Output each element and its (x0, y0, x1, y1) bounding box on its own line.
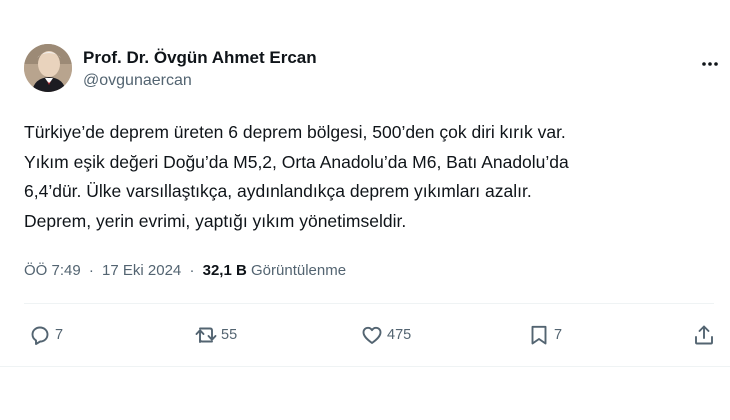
reply-icon (28, 323, 52, 347)
repost-button[interactable]: 55 (194, 318, 237, 352)
reply-button[interactable]: 7 (28, 318, 63, 352)
author-display-name[interactable]: Prof. Dr. Övgün Ahmet Ercan (83, 47, 317, 69)
tweet-text: Türkiye’de deprem üreten 6 deprem bölges… (24, 122, 569, 231)
share-button[interactable] (692, 318, 716, 352)
reply-count: 7 (55, 327, 64, 343)
more-horizontal-icon (700, 54, 720, 74)
bookmark-count: 7 (554, 327, 563, 343)
action-bar: 7 55 475 7 (24, 318, 724, 352)
bookmark-button[interactable]: 7 (527, 318, 562, 352)
author-block: Prof. Dr. Övgün Ahmet Ercan @ovgunaercan (83, 47, 317, 92)
avatar[interactable] (24, 44, 72, 92)
tweet-meta: ÖÖ 7:49 · 17 Eki 2024 · 32,1 B Görüntüle… (24, 261, 346, 281)
repost-icon (194, 323, 218, 347)
tweet-date[interactable]: 17 Eki 2024 (102, 262, 181, 279)
divider (24, 303, 714, 304)
bookmark-icon (527, 323, 551, 347)
avatar-image (24, 44, 72, 92)
share-icon (692, 323, 716, 347)
like-button[interactable]: 475 (360, 318, 411, 352)
repost-count: 55 (221, 327, 238, 343)
tweet-card: Prof. Dr. Övgün Ahmet Ercan @ovgunaercan… (0, 0, 730, 420)
meta-separator: · (88, 262, 94, 279)
meta-separator: · (189, 262, 195, 279)
author-handle[interactable]: @ovgunaercan (83, 70, 317, 92)
views-label: Görüntülenme (251, 262, 347, 279)
more-button[interactable] (696, 50, 724, 78)
like-count: 475 (387, 327, 412, 343)
tweet-header: Prof. Dr. Övgün Ahmet Ercan @ovgunaercan (24, 44, 718, 100)
bottom-divider (0, 366, 730, 367)
heart-icon (360, 323, 384, 347)
views-count: 32,1 B (202, 262, 247, 279)
tweet-time[interactable]: ÖÖ 7:49 (24, 262, 81, 279)
